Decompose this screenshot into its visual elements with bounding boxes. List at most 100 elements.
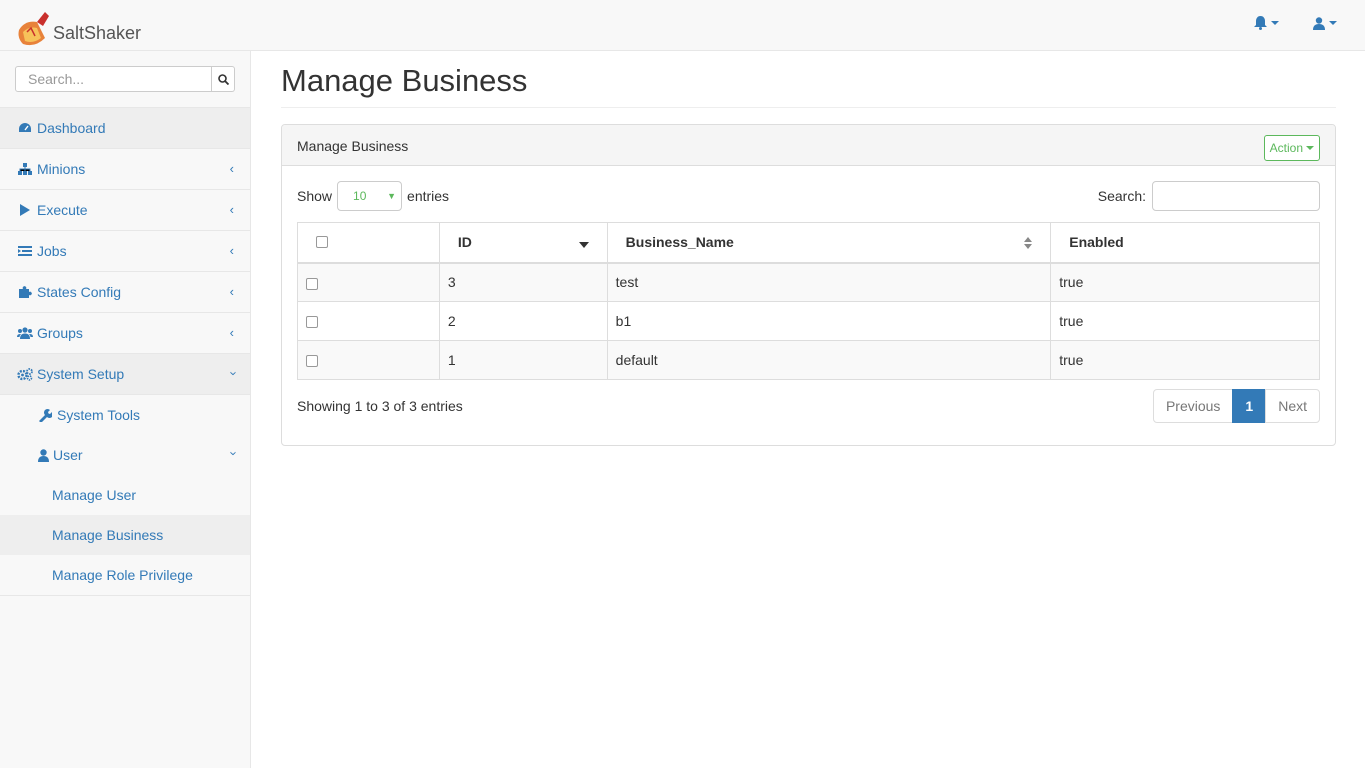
gears-icon <box>17 367 33 381</box>
chevron-left-icon: ‹ <box>229 284 234 299</box>
sidebar-item-label: System Tools <box>57 407 140 423</box>
table-search: Search: <box>1098 181 1320 211</box>
sidebar-item-label: Groups <box>37 325 83 341</box>
brand[interactable]: SaltShaker <box>15 4 141 48</box>
entries-label: entries <box>407 188 450 204</box>
sidebar-item-system-tools[interactable]: System Tools <box>0 395 250 435</box>
sidebar-item-groups[interactable]: Groups ‹ <box>0 313 250 354</box>
next-page-button[interactable]: Next <box>1265 389 1320 423</box>
panel-heading: Manage Business Action <box>282 125 1335 166</box>
chevron-down-icon <box>1271 21 1279 25</box>
chevron-left-icon: ‹ <box>229 243 234 258</box>
column-header-enabled[interactable]: Enabled <box>1050 222 1320 264</box>
table-search-input[interactable] <box>1152 181 1320 211</box>
sidebar-item-label: User <box>53 447 83 463</box>
chevron-left-icon: ‹ <box>229 161 234 176</box>
row-select-cell <box>297 340 440 380</box>
app-name: SaltShaker <box>53 23 142 43</box>
pagination: Previous 1 Next <box>1152 389 1320 423</box>
cell-business-name: b1 <box>607 301 1052 341</box>
cell-id: 1 <box>439 340 608 380</box>
page-1-button[interactable]: 1 <box>1232 389 1267 423</box>
dashboard-icon <box>17 121 33 135</box>
table-row: 3 test true <box>297 262 1320 302</box>
table-row: 1 default true <box>297 340 1320 380</box>
action-dropdown-button[interactable]: Action <box>1263 135 1320 161</box>
sidebar-item-jobs[interactable]: Jobs ‹ <box>0 231 250 272</box>
sidebar-item-label: Execute <box>37 202 88 218</box>
cell-id: 2 <box>439 301 608 341</box>
sidebar-item-minions[interactable]: Minions ‹ <box>0 149 250 190</box>
system-setup-submenu: System Tools User ‹ Manage User Manage B… <box>0 395 250 596</box>
salt-shaker-logo-icon <box>18 12 49 46</box>
sidebar-item-label: Jobs <box>37 243 67 259</box>
page-title: Manage Business <box>281 63 528 98</box>
sidebar-item-label: System Setup <box>37 366 125 382</box>
chevron-left-icon: ‹ <box>229 325 234 340</box>
column-header-business-name[interactable]: Business_Name <box>607 222 1052 264</box>
table-header-row: ID Business_Name Enabled <box>297 222 1320 264</box>
sidebar-item-label: Dashboard <box>37 120 106 136</box>
action-label: Action <box>1269 141 1303 155</box>
sidebar-item-label: Manage Business <box>52 527 164 543</box>
bell-icon <box>1254 16 1267 30</box>
table-controls: Show 10 ▼ entries Search: <box>297 181 1320 211</box>
cell-business-name: default <box>607 340 1052 380</box>
notifications-dropdown[interactable] <box>1254 16 1279 30</box>
entries-length-control: Show 10 ▼ entries <box>297 181 449 211</box>
sidebar-search-input[interactable] <box>15 66 212 92</box>
previous-page-button[interactable]: Previous <box>1152 389 1234 423</box>
row-checkbox[interactable] <box>306 277 318 290</box>
select-all-header <box>297 222 440 264</box>
user-icon <box>38 448 49 462</box>
row-checkbox[interactable] <box>306 355 318 368</box>
business-table: ID Business_Name Enabled 3 test true 2 b… <box>297 222 1320 380</box>
row-checkbox[interactable] <box>306 316 318 329</box>
cell-id: 3 <box>439 262 608 302</box>
cell-enabled: true <box>1050 262 1320 302</box>
sidebar-item-label: States Config <box>37 284 122 300</box>
sidebar-item-user[interactable]: User ‹ <box>0 435 250 475</box>
chevron-down-icon: ▼ <box>387 191 397 201</box>
sidebar-item-label: Manage User <box>52 487 137 503</box>
cell-enabled: true <box>1050 340 1320 380</box>
sidebar-item-manage-user[interactable]: Manage User <box>0 475 250 515</box>
sidebar-item-system-setup[interactable]: System Setup ‹ <box>0 354 250 395</box>
sidebar-item-states-config[interactable]: States Config ‹ <box>0 272 250 313</box>
row-select-cell <box>297 262 440 302</box>
search-label: Search: <box>1097 188 1146 204</box>
puzzle-icon <box>17 285 33 299</box>
sidebar-item-manage-business[interactable]: Manage Business <box>0 515 250 555</box>
sidebar-item-dashboard[interactable]: Dashboard <box>0 108 250 149</box>
column-header-id[interactable]: ID <box>439 222 608 264</box>
user-icon <box>1313 16 1325 30</box>
sidebar-item-label: Manage Role Privilege <box>52 567 193 583</box>
panel-title: Manage Business <box>297 138 409 154</box>
search-icon <box>217 73 229 85</box>
entries-length-select[interactable]: 10 ▼ <box>337 181 403 211</box>
cell-business-name: test <box>607 262 1052 302</box>
top-navbar: SaltShaker <box>0 0 1365 51</box>
sidebar-item-label: Minions <box>37 161 86 177</box>
sort-icon <box>1024 237 1033 249</box>
sidebar-search-button[interactable] <box>212 66 235 92</box>
chevron-down-icon: ‹ <box>224 371 240 376</box>
table-row: 2 b1 true <box>297 301 1320 341</box>
chevron-left-icon: ‹ <box>229 202 234 217</box>
show-label: Show <box>297 188 333 204</box>
sort-desc-icon <box>578 242 589 248</box>
select-all-checkbox[interactable] <box>316 235 328 248</box>
sidebar-item-execute[interactable]: Execute ‹ <box>0 190 250 231</box>
chevron-down-icon <box>1306 146 1314 150</box>
table-info: Showing 1 to 3 of 3 entries <box>297 398 463 414</box>
entries-length-value: 10 <box>353 189 367 203</box>
user-dropdown[interactable] <box>1313 16 1337 30</box>
cell-enabled: true <box>1050 301 1320 341</box>
users-icon <box>17 326 33 340</box>
sidebar: Dashboard Minions ‹ Execute ‹ Jobs ‹ Sta… <box>0 51 251 768</box>
manage-business-panel: Manage Business Action Show 10 ▼ entries… <box>281 124 1336 446</box>
play-icon <box>17 203 33 217</box>
sidebar-item-manage-role-privilege[interactable]: Manage Role Privilege <box>0 555 250 595</box>
wrench-icon <box>39 408 52 422</box>
row-select-cell <box>297 301 440 341</box>
